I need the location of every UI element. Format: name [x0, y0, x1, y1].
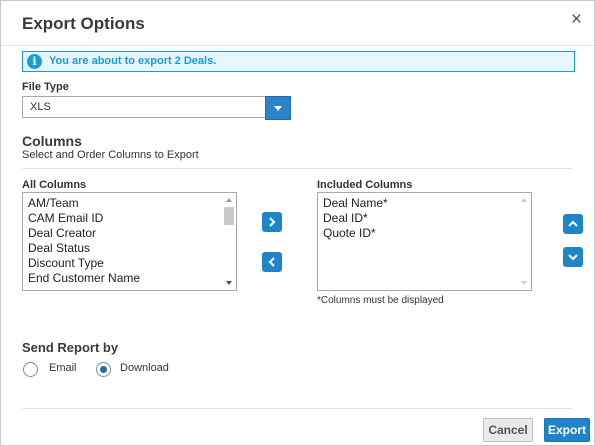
all-columns-scrollbar[interactable] [222, 193, 236, 290]
list-item[interactable]: Quote ID* [323, 226, 376, 240]
scroll-up-icon[interactable] [521, 198, 527, 202]
scroll-up-icon[interactable] [226, 198, 232, 202]
dialog-header: Export Options × [1, 1, 594, 46]
file-type-label: File Type [22, 81, 69, 93]
cancel-button[interactable]: Cancel [483, 418, 533, 442]
included-columns-scrollbar[interactable] [517, 193, 531, 290]
add-column-button[interactable] [262, 212, 282, 232]
list-item[interactable]: Deal Name* [323, 196, 388, 210]
chevron-down-icon [568, 254, 578, 261]
columns-subtitle: Select and Order Columns to Export [22, 149, 199, 161]
email-radio[interactable] [23, 362, 38, 377]
list-item[interactable]: AM/Team [28, 196, 79, 210]
scroll-down-icon[interactable] [521, 281, 527, 285]
info-banner: i You are about to export 2 Deals. [22, 51, 575, 72]
list-item[interactable]: Deal Creator [28, 226, 96, 240]
included-columns-label: Included Columns [317, 179, 413, 191]
section-divider [22, 168, 573, 169]
download-radio[interactable] [96, 362, 111, 377]
export-button[interactable]: Export [544, 418, 590, 442]
columns-note: *Columns must be displayed [317, 295, 444, 306]
list-item[interactable]: Deal Status [28, 241, 90, 255]
move-up-button[interactable] [563, 214, 583, 234]
chevron-right-icon [269, 217, 276, 227]
scroll-down-icon[interactable] [226, 281, 232, 285]
footer-divider [22, 408, 573, 409]
email-radio-label[interactable]: Email [49, 362, 77, 374]
list-item[interactable]: Discount Type [28, 256, 104, 270]
close-icon[interactable]: × [571, 9, 582, 31]
columns-title: Columns [22, 133, 82, 149]
list-item[interactable]: Deal ID* [323, 211, 368, 225]
chevron-up-icon [568, 220, 578, 227]
dialog-title: Export Options [22, 14, 145, 33]
list-item[interactable]: CAM Email ID [28, 211, 103, 225]
info-message: You are about to export 2 Deals. [49, 55, 217, 67]
info-icon: i [27, 54, 42, 69]
list-item[interactable]: End Customer Name [28, 271, 140, 285]
included-columns-list[interactable]: Deal Name* Deal ID* Quote ID* [317, 192, 532, 291]
move-down-button[interactable] [563, 247, 583, 267]
file-type-select[interactable]: XLS [22, 96, 291, 120]
scroll-thumb[interactable] [224, 207, 234, 225]
chevron-left-icon [268, 257, 275, 267]
download-radio-label[interactable]: Download [120, 362, 169, 374]
all-columns-label: All Columns [22, 179, 87, 191]
remove-column-button[interactable] [262, 252, 282, 272]
send-report-title: Send Report by [22, 340, 119, 355]
file-type-value: XLS [30, 101, 51, 113]
export-options-dialog: Export Options × i You are about to expo… [0, 0, 595, 446]
chevron-down-icon[interactable] [265, 96, 291, 120]
all-columns-list[interactable]: AM/Team CAM Email ID Deal Creator Deal S… [22, 192, 237, 291]
